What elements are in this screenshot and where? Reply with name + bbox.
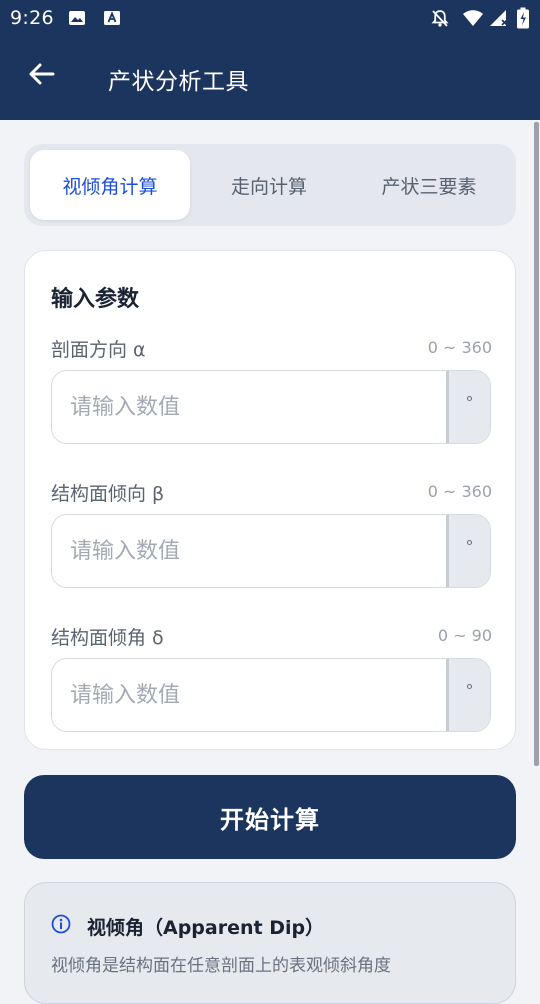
degree-unit: ° — [446, 515, 490, 587]
card-title: 输入参数 — [51, 287, 140, 312]
info-card: 视倾角（Apparent Dip） 视倾角是结构面在任意剖面上的表观倾斜角度 — [24, 882, 516, 1004]
degree-unit: ° — [446, 371, 490, 443]
title-row: 产状分析工具 — [0, 38, 540, 120]
page-title: 产状分析工具 — [108, 69, 249, 95]
tab-label: 走向计算 — [230, 175, 307, 198]
section-azimuth-field: ° — [51, 370, 491, 444]
button-label: 开始计算 — [220, 805, 320, 834]
dip-direction-label: 结构面倾向 β — [51, 483, 165, 505]
status-bar: 9:26 — [0, 0, 540, 38]
dip-direction-field: ° — [51, 514, 491, 588]
start-calculation-button[interactable]: 开始计算 — [24, 775, 516, 859]
signal-icon — [490, 10, 508, 26]
battery-icon — [517, 7, 529, 29]
dip-angle-range: 0 ~ 90 — [437, 626, 492, 645]
wifi-icon — [463, 10, 483, 26]
notifications-off-icon — [431, 10, 449, 27]
dip-angle-label: 结构面倾角 δ — [51, 627, 164, 649]
dip-angle-input[interactable] — [52, 659, 442, 731]
section-azimuth-input[interactable] — [52, 371, 442, 443]
app-bar: 9:26 产状分析工具 — [0, 0, 540, 120]
degree-unit: ° — [446, 659, 490, 731]
info-icon — [51, 914, 71, 934]
gallery-icon — [69, 11, 85, 25]
status-time: 9:26 — [10, 7, 54, 29]
tab-label: 视倾角计算 — [62, 175, 158, 198]
info-description: 视倾角是结构面在任意剖面上的表观倾斜角度 — [51, 956, 391, 976]
section-azimuth-range: 0 ~ 360 — [427, 338, 492, 357]
back-arrow-icon[interactable] — [26, 58, 58, 90]
info-title: 视倾角（Apparent Dip） — [87, 917, 325, 939]
scrollbar[interactable] — [534, 122, 539, 766]
input-card: 输入参数 剖面方向 α 0 ~ 360 ° 结构面倾向 β 0 ~ 360 ° … — [24, 250, 516, 750]
tab-strike[interactable]: 走向计算 — [189, 150, 349, 220]
section-azimuth-label: 剖面方向 α — [51, 339, 146, 361]
tab-apparent-dip[interactable]: 视倾角计算 — [30, 150, 190, 220]
dip-direction-range: 0 ~ 360 — [427, 482, 492, 501]
tab-bar: 视倾角计算 走向计算 产状三要素 — [24, 144, 516, 226]
tab-label: 产状三要素 — [381, 175, 477, 198]
font-icon — [104, 11, 120, 25]
tab-attitude-elements[interactable]: 产状三要素 — [349, 150, 509, 220]
dip-angle-field: ° — [51, 658, 491, 732]
dip-direction-input[interactable] — [52, 515, 442, 587]
